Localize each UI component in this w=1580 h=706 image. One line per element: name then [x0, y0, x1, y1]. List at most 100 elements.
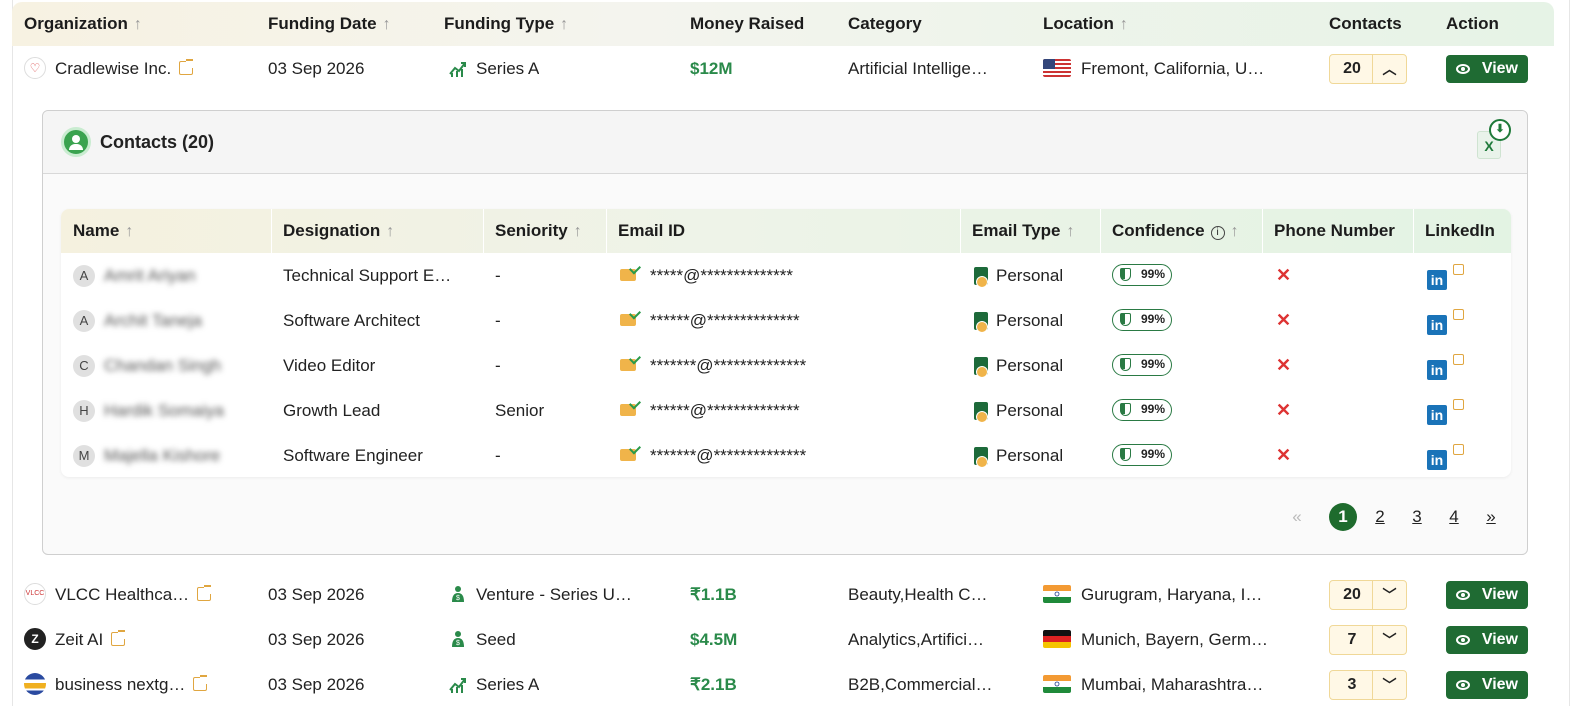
page-1[interactable]: 1 [1329, 503, 1357, 531]
avatar: A [73, 265, 95, 287]
external-link-icon[interactable] [193, 675, 208, 691]
external-link-icon[interactable] [1453, 309, 1464, 320]
org-name[interactable]: VLCC Healthca… [55, 572, 212, 617]
funding-type: $ Seed [448, 617, 516, 662]
chevron-down-icon[interactable]: ﹀ [1372, 581, 1406, 609]
table-row[interactable]: VLCC VLCC Healthca… 03 Sep 2026 $ Venture… [12, 572, 1554, 617]
sort-icon[interactable]: ↑ [560, 16, 568, 33]
external-link-icon[interactable] [1453, 264, 1464, 275]
table-row[interactable]: ♡ Cradlewise Inc. 03 Sep 2026 Series A $… [12, 46, 1554, 91]
contact-email[interactable]: *******@************** [620, 343, 806, 388]
org-name[interactable]: Zeit AI [55, 617, 126, 662]
org-name[interactable]: business nextg… [55, 662, 208, 706]
contact-email[interactable]: *******@************** [620, 433, 806, 478]
sort-icon[interactable]: ↑ [1231, 223, 1239, 240]
contact-email[interactable]: ******@************** [620, 388, 800, 433]
col-confidence[interactable]: Confidence i ↑ [1112, 209, 1239, 253]
sort-icon[interactable]: ↑ [386, 223, 394, 240]
chevron-down-icon[interactable]: ﹀ [1372, 626, 1406, 654]
sort-icon[interactable]: ↑ [134, 16, 142, 33]
col-designation[interactable]: Designation ↑ [283, 209, 394, 253]
linkedin-link[interactable]: in [1427, 433, 1464, 478]
linkedin-icon[interactable]: in [1427, 405, 1447, 425]
view-button[interactable]: View [1446, 55, 1528, 83]
shield-icon [1120, 313, 1131, 326]
excel-download-button[interactable]: X ⬇ [1473, 119, 1513, 163]
contact-email-type: Personal [974, 343, 1063, 388]
view-button[interactable]: View [1446, 626, 1528, 654]
contacts-toggle[interactable]: 20 ﹀ [1329, 580, 1407, 610]
col-location[interactable]: Location ↑ [1043, 2, 1128, 46]
sort-icon[interactable]: ↑ [383, 16, 391, 33]
sort-icon[interactable]: ↑ [125, 223, 133, 240]
eye-icon [1456, 680, 1470, 690]
contacts-toggle[interactable]: 20 ︿ [1329, 54, 1407, 84]
col-seniority-label: Seniority [495, 221, 568, 240]
external-link-icon[interactable] [1453, 399, 1464, 410]
linkedin-icon[interactable]: in [1427, 315, 1447, 335]
contact-row[interactable]: A Archit Taneja Software Architect - ***… [61, 298, 1511, 343]
linkedin-icon[interactable]: in [1427, 270, 1447, 290]
col-name[interactable]: Name ↑ [73, 209, 133, 253]
sort-icon[interactable]: ↑ [574, 223, 582, 240]
sort-icon[interactable]: ↑ [1067, 223, 1075, 240]
page-4[interactable]: 4 [1440, 503, 1468, 531]
col-email-type[interactable]: Email Type ↑ [972, 209, 1075, 253]
money-bag-icon: $ [452, 586, 464, 602]
contact-email[interactable]: *****@************** [620, 253, 793, 298]
personal-badge-icon [974, 312, 988, 333]
contact-row[interactable]: H Hardik Somaiya Growth Lead Senior ****… [61, 388, 1511, 433]
sort-icon[interactable]: ↑ [1120, 16, 1128, 33]
contact-designation: Software Architect [283, 311, 421, 330]
chevron-up-icon[interactable]: ︿ [1372, 55, 1406, 83]
linkedin-link[interactable]: in [1427, 388, 1464, 433]
col-seniority[interactable]: Seniority ↑ [495, 209, 582, 253]
col-funding-date-label: Funding Date [268, 14, 377, 33]
linkedin-icon[interactable]: in [1427, 450, 1447, 470]
pagination-prev[interactable]: « [1283, 503, 1311, 531]
col-funding-date[interactable]: Funding Date ↑ [268, 2, 391, 46]
contact-name[interactable]: Amrit Ariyan [104, 253, 196, 298]
table-row[interactable]: business nextg… 03 Sep 2026 Series A ₹2.… [12, 662, 1554, 706]
pagination-next[interactable]: » [1477, 503, 1505, 531]
contact-row[interactable]: C Chandan Singh Video Editor - *******@*… [61, 343, 1511, 388]
org-logo [24, 673, 46, 695]
chevron-down-icon[interactable]: ﹀ [1372, 671, 1406, 699]
contact-name[interactable]: Archit Taneja [104, 298, 202, 343]
col-organization[interactable]: Organization ↑ [24, 2, 142, 46]
contact-email[interactable]: ******@************** [620, 298, 800, 343]
eye-icon [1456, 590, 1470, 600]
info-icon[interactable]: i [1210, 226, 1225, 240]
location-text: Fremont, California, U… [1081, 59, 1265, 78]
view-button[interactable]: View [1446, 581, 1528, 609]
linkedin-link[interactable]: in [1427, 298, 1464, 343]
external-link-icon[interactable] [197, 585, 212, 601]
linkedin-icon[interactable]: in [1427, 360, 1447, 380]
page-3[interactable]: 3 [1403, 503, 1431, 531]
linkedin-link[interactable]: in [1427, 343, 1464, 388]
contacts-toggle[interactable]: 7 ﹀ [1329, 625, 1407, 655]
external-link-icon[interactable] [179, 59, 194, 75]
page-2[interactable]: 2 [1366, 503, 1394, 531]
contact-row[interactable]: A Amrit Ariyan Technical Support E… - **… [61, 253, 1511, 298]
external-link-icon[interactable] [111, 630, 126, 646]
contact-email-type: Personal [974, 253, 1063, 298]
view-label: View [1481, 676, 1518, 693]
table-row[interactable]: Z Zeit AI 03 Sep 2026 $ Seed $4.5M Analyt… [12, 617, 1554, 662]
contact-name[interactable]: Hardik Somaiya [104, 388, 224, 433]
view-button[interactable]: View [1446, 671, 1528, 699]
linkedin-link[interactable]: in [1427, 253, 1464, 298]
contacts-toggle[interactable]: 3 ﹀ [1329, 670, 1407, 700]
col-organization-label: Organization [24, 14, 128, 33]
column-divider [271, 209, 272, 253]
col-funding-type[interactable]: Funding Type ↑ [444, 2, 568, 46]
page: Organization ↑ Funding Date ↑ Funding Type… [0, 0, 1580, 706]
external-link-icon[interactable] [1453, 444, 1464, 455]
contact-name[interactable]: Majella Kishore [104, 433, 220, 478]
email-text: *******@************** [650, 446, 807, 465]
org-name[interactable]: Cradlewise Inc. [55, 46, 194, 91]
contact-name[interactable]: Chandan Singh [104, 343, 221, 388]
external-link-icon[interactable] [1453, 354, 1464, 365]
contact-row[interactable]: M Majella Kishore Software Engineer - **… [61, 433, 1511, 478]
col-name-label: Name [73, 221, 120, 240]
